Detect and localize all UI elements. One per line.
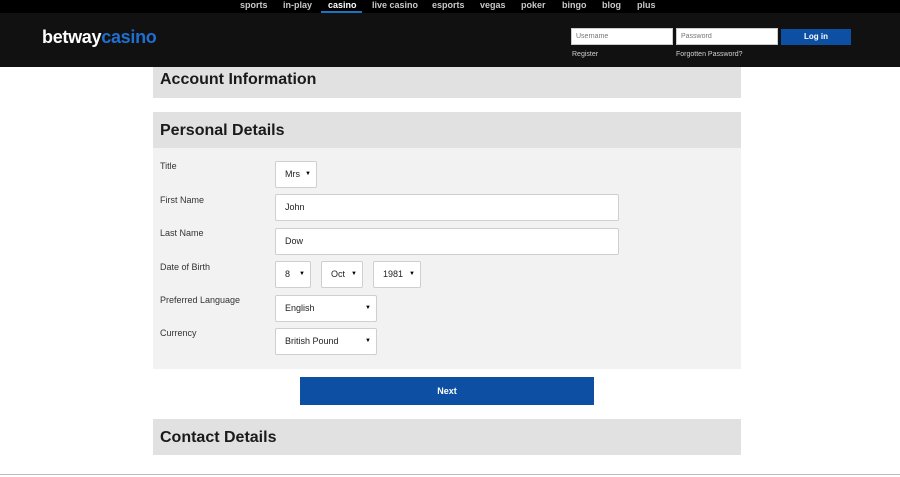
last-name-label: Last Name: [160, 228, 204, 238]
page-divider: [0, 474, 900, 475]
dob-year-value: 1981: [383, 269, 404, 279]
currency-select[interactable]: British Pound ▼: [275, 328, 377, 355]
nav-item-in-play[interactable]: in-play: [283, 0, 312, 11]
chevron-down-icon: ▼: [409, 271, 415, 277]
section-title: Personal Details: [160, 122, 285, 139]
nav-item-sports[interactable]: sports: [240, 0, 268, 11]
contact-details-section[interactable]: Contact Details: [153, 419, 741, 455]
date-of-birth-label: Date of Birth: [160, 262, 211, 272]
currency-value: British Pound: [285, 336, 339, 346]
nav-item-bingo[interactable]: bingo: [562, 0, 587, 11]
dob-month-select[interactable]: Oct ▼: [321, 261, 363, 288]
nav-item-esports[interactable]: esports: [432, 0, 465, 11]
title-value: Mrs: [285, 169, 300, 179]
dob-day-select[interactable]: 8 ▼: [275, 261, 311, 288]
dob-year-select[interactable]: 1981 ▼: [373, 261, 421, 288]
dob-month-value: Oct: [331, 269, 346, 279]
last-name-value: Dow: [285, 236, 304, 246]
nav-item-plus[interactable]: plus: [637, 0, 656, 11]
last-name-field[interactable]: Dow: [275, 228, 619, 255]
currency-label: Currency: [160, 328, 197, 338]
forgotten-password-link[interactable]: Forgotten Password?: [676, 50, 743, 59]
next-button[interactable]: Next: [300, 377, 594, 405]
personal-details-form: Title Mrs ▼ First Name John Last Name Do…: [153, 148, 741, 369]
login-button[interactable]: Log in: [781, 29, 851, 45]
logo-text-primary: betway: [42, 27, 102, 47]
preferred-language-label: Preferred Language: [160, 295, 241, 305]
register-link[interactable]: Register: [572, 50, 598, 59]
password-input[interactable]: [676, 28, 778, 45]
logo-text-secondary: casino: [101, 27, 157, 47]
first-name-label: First Name: [160, 195, 205, 205]
nav-item-vegas[interactable]: vegas: [480, 0, 506, 11]
personal-details-section[interactable]: Personal Details: [153, 112, 741, 148]
chevron-down-icon: ▼: [365, 305, 371, 311]
nav-item-poker[interactable]: poker: [521, 0, 546, 11]
username-input[interactable]: [571, 28, 673, 45]
language-select[interactable]: English ▼: [275, 295, 377, 322]
betway-casino-logo[interactable]: betwaycasino: [42, 27, 157, 47]
chevron-down-icon: ▼: [305, 171, 311, 177]
first-name-value: John: [285, 202, 305, 212]
chevron-down-icon: ▼: [299, 271, 305, 277]
language-value: English: [285, 303, 315, 313]
section-title: Account Information: [160, 71, 317, 88]
top-nav: sports in-play casino live casino esport…: [0, 0, 900, 13]
nav-item-blog[interactable]: blog: [602, 0, 621, 11]
account-information-section[interactable]: Account Information: [153, 67, 741, 98]
title-select[interactable]: Mrs ▼: [275, 161, 317, 188]
site-header: betwaycasino Register Forgotten Password…: [0, 13, 900, 67]
first-name-field[interactable]: John: [275, 194, 619, 221]
dob-day-value: 8: [285, 269, 291, 279]
chevron-down-icon: ▼: [365, 338, 371, 344]
nav-item-live-casino[interactable]: live casino: [372, 0, 418, 11]
section-title: Contact Details: [160, 429, 277, 446]
chevron-down-icon: ▼: [351, 271, 357, 277]
title-label: Title: [160, 161, 177, 171]
nav-item-casino[interactable]: casino: [328, 0, 357, 11]
